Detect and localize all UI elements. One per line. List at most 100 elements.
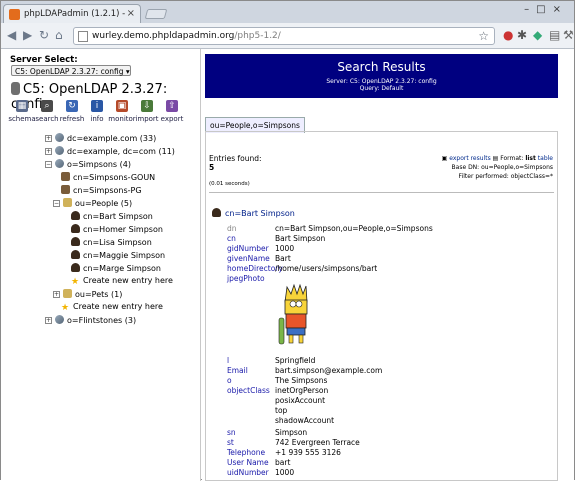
tree-label: Create new entry here [73, 302, 163, 311]
format-table-link[interactable]: table [538, 155, 553, 162]
tree-node-simpsons[interactable]: − o=Simpsons (4) [45, 159, 131, 171]
attr-name[interactable]: uidNumber [227, 468, 269, 477]
expand-toggle-icon[interactable]: + [53, 291, 60, 298]
person-icon [71, 250, 80, 259]
tree-node-lisa[interactable]: cn=Lisa Simpson [71, 237, 152, 249]
bookmark-star-icon[interactable]: ☆ [478, 29, 489, 43]
tree-node-simpsons-pg[interactable]: cn=Simpsons-PG [61, 185, 142, 197]
collapse-toggle-icon[interactable]: − [53, 200, 60, 207]
expand-toggle-icon[interactable]: + [45, 148, 52, 155]
photo-leg [288, 334, 294, 344]
tree-node-pets[interactable]: + ou=Pets (1) [53, 289, 122, 301]
divider [209, 192, 554, 193]
attr-value: posixAccount [275, 396, 326, 405]
database-icon [11, 82, 20, 95]
photo-leg [298, 334, 304, 344]
window-controls[interactable]: –□× [524, 4, 568, 15]
expand-toggle-icon[interactable]: + [45, 135, 52, 142]
extension-icon[interactable]: ● [503, 28, 513, 42]
attr-value: cn=Bart Simpson,ou=People,o=Simpsons [275, 224, 433, 233]
attr-value: shadowAccount [275, 416, 335, 425]
browser-window: phpLDAPadmin (1.2.1) - × –□× ◀ ▶ ↻ ⌂ wur… [0, 0, 575, 481]
home-icon[interactable]: ⌂ [55, 28, 63, 42]
tree-node-marge[interactable]: cn=Marge Simpson [71, 263, 161, 275]
entry-title[interactable]: cn=Bart Simpson [212, 208, 295, 218]
attr-name[interactable]: objectClass [227, 386, 270, 395]
expand-toggle-icon[interactable]: + [45, 317, 52, 324]
left-panel: Server Select: C5: OpenLDAP 2.3.27: conf… [1, 49, 201, 481]
export-icon: ▣ [441, 155, 448, 162]
gear-extension-icon[interactable]: ✱ [517, 28, 527, 42]
attr-name[interactable]: l [227, 356, 229, 365]
create-entry-people[interactable]: ★ Create new entry here [71, 276, 173, 288]
address-bar[interactable]: wurley.demo.phpldapadmin.org/php5-1.2/ ☆ [73, 27, 495, 45]
tree-node-example-dc-com[interactable]: + dc=example, dc=com (11) [45, 146, 175, 158]
attr-name[interactable]: cn [227, 234, 236, 243]
folder-icon [63, 289, 72, 298]
create-entry-simpsons[interactable]: ★ Create new entry here [61, 302, 163, 314]
photo-shirt [285, 313, 307, 329]
result-info: ▣ export results ▤ Format: list table Ba… [442, 154, 553, 181]
right-panel: Search Results Server: C5: OpenLDAP 2.3.… [202, 49, 574, 481]
attr-value: Simpson [275, 428, 308, 437]
attr-name[interactable]: gidNumber [227, 244, 269, 253]
url-path: /php5-1.2/ [234, 31, 281, 41]
tree-label: o=Simpsons (4) [67, 160, 131, 169]
forward-icon[interactable]: ▶ [23, 28, 32, 42]
attr-name[interactable]: givenName [227, 254, 270, 263]
attr-name[interactable]: jpegPhoto [227, 274, 265, 283]
search-icon: ⌕ [41, 100, 53, 112]
tree-label: cn=Maggie Simpson [83, 251, 166, 260]
server-select-label: Server Select: [10, 55, 78, 65]
entries-found-value: 5 [209, 163, 215, 172]
new-tab-button[interactable] [144, 9, 168, 19]
format-label: Format: [500, 155, 524, 162]
export-icon: ⇧ [166, 100, 178, 112]
bart-photo [278, 283, 308, 345]
wrench-icon[interactable]: ⚒ [563, 28, 574, 42]
attr-name[interactable]: User Name [227, 458, 269, 467]
tree-node-maggie[interactable]: cn=Maggie Simpson [71, 250, 165, 262]
reload-icon[interactable]: ↻ [39, 28, 49, 42]
tree-node-flintstones[interactable]: + o=Flintstones (3) [45, 315, 136, 327]
browser-tab[interactable]: phpLDAPadmin (1.2.1) - × [3, 4, 141, 23]
export-results-link[interactable]: export results [449, 155, 490, 162]
attr-name[interactable]: sn [227, 428, 236, 437]
tree-label: cn=Simpsons-GOUN [73, 173, 156, 182]
attr-value: +1 939 555 3126 [275, 448, 341, 457]
tree-node-people[interactable]: − ou=People (5) [53, 198, 132, 210]
info-icon: i [91, 100, 103, 112]
organization-icon [55, 159, 64, 168]
tree-node-homer[interactable]: cn=Homer Simpson [71, 224, 163, 236]
attr-value: Springfield [275, 356, 316, 365]
tree-label: cn=Bart Simpson [83, 212, 153, 221]
photo-shorts [286, 327, 306, 336]
results-box: Entries found: 5 (0.01 seconds) ▣ export… [205, 131, 558, 481]
tree-label: cn=Simpsons-PG [73, 186, 142, 195]
attr-name[interactable]: Telephone [227, 448, 265, 457]
extension-2-icon[interactable]: ◆ [533, 28, 542, 42]
back-icon[interactable]: ◀ [7, 28, 16, 42]
collapse-toggle-icon[interactable]: − [45, 161, 52, 168]
server-select-dropdown[interactable]: C5: OpenLDAP 2.3.27: config ▾ [11, 65, 131, 76]
attr-name[interactable]: Email [227, 366, 248, 375]
tree-label: o=Flintstones (3) [67, 316, 137, 325]
search-results-banner: Search Results Server: C5: OpenLDAP 2.3.… [205, 54, 558, 98]
tool-export[interactable]: ⇧ export [157, 100, 187, 123]
entries-found-label: Entries found: [209, 154, 262, 163]
attr-value: 1000 [275, 244, 295, 253]
monitor-icon: ▣ [116, 100, 128, 112]
tree-node-simpsons-goun[interactable]: cn=Simpsons-GOUN [61, 172, 155, 184]
attr-value: Bart Simpson [275, 234, 326, 243]
attr-name: dn [227, 224, 237, 233]
server-line: Server: C5: OpenLDAP 2.3.27: config [326, 78, 437, 85]
tree-node-example-com[interactable]: + dc=example.com (33) [45, 133, 156, 145]
schema-icon: ▦ [16, 100, 28, 112]
page-menu-icon[interactable]: ▤ [549, 28, 560, 42]
phpldapadmin-favicon-icon [9, 9, 20, 20]
attr-name[interactable]: o [227, 376, 232, 385]
tree-node-bart[interactable]: cn=Bart Simpson [71, 211, 153, 223]
attr-name[interactable]: st [227, 438, 234, 447]
close-tab-icon[interactable]: × [127, 8, 135, 19]
base-dn: Base DN: ou=People,o=Simpsons [451, 164, 553, 171]
